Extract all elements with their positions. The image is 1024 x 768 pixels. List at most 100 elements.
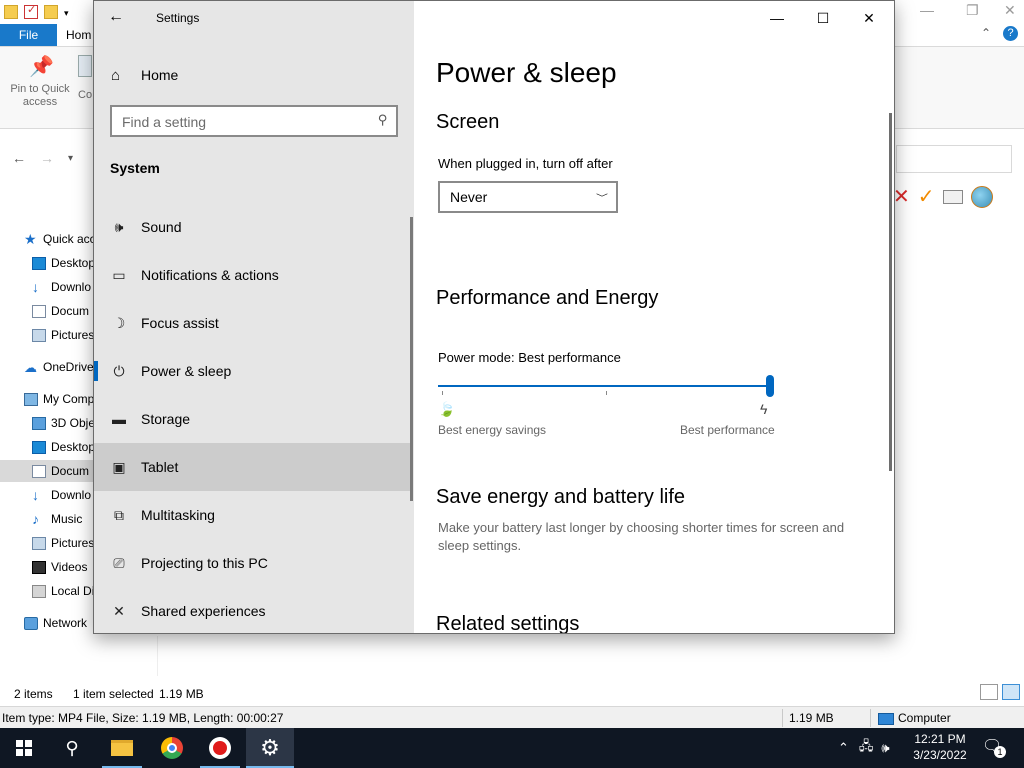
monitor-icon <box>878 712 894 725</box>
tree-item-documents-pc[interactable]: Docum <box>32 460 89 482</box>
details-view-icon[interactable] <box>980 684 998 700</box>
item-type-info: Item type: MP4 File, Size: 1.19 MB, Leng… <box>2 711 284 725</box>
tree-item-network[interactable]: Network <box>24 612 87 634</box>
chevron-up-icon[interactable]: ⌃ <box>838 740 849 756</box>
taskbar-chrome[interactable] <box>148 728 196 768</box>
tree-item-desktop[interactable]: Desktop <box>32 252 95 274</box>
close-icon[interactable]: ✕ <box>1004 2 1016 19</box>
screen-timeout-dropdown[interactable]: Never ﹀ <box>438 181 618 213</box>
folder-icon[interactable] <box>4 5 18 19</box>
maximize-button[interactable]: ☐ <box>800 5 846 31</box>
slider-left-label: Best energy savings <box>438 423 547 437</box>
dropdown-value: Never <box>450 189 488 205</box>
window-title: Settings <box>156 11 200 25</box>
close-icon: ✕ <box>863 9 875 26</box>
new-folder-icon[interactable] <box>44 5 58 19</box>
tab-file[interactable]: File <box>0 24 57 46</box>
tree-item-pictures-pc[interactable]: Pictures <box>32 532 94 554</box>
minimize-icon[interactable]: — <box>920 2 934 18</box>
volume-icon[interactable]: 🕪 <box>881 740 889 756</box>
pictures-icon <box>32 328 46 342</box>
taskbar-recorder[interactable] <box>196 728 244 768</box>
tree-item-desktop-pc[interactable]: Desktop <box>32 436 95 458</box>
desktop-icon <box>32 256 46 270</box>
recent-chevron-icon[interactable]: ▾ <box>68 153 73 164</box>
start-button[interactable] <box>0 728 48 768</box>
shared-icon: ✕ <box>113 602 125 619</box>
explorer-window-controls: — ❐ ✕ <box>884 0 1024 24</box>
sidebar-item-power-sleep[interactable]: ⏻ Power & sleep <box>94 347 410 395</box>
properties-icon[interactable] <box>24 3 38 19</box>
sidebar-item-shared-experiences[interactable]: ✕ Shared experiences <box>94 587 410 633</box>
chevron-down-icon[interactable]: ▾ <box>64 8 72 18</box>
tree-item-quick-access[interactable]: ★ Quick acc <box>24 228 96 250</box>
minimize-button[interactable]: — <box>754 5 800 31</box>
tablet-icon: ▣ <box>112 458 126 475</box>
power-mode-slider[interactable] <box>438 373 774 401</box>
close-button[interactable]: ✕ <box>846 5 892 31</box>
sidebar-item-projecting[interactable]: ⎚ Projecting to this PC <box>94 539 410 587</box>
sidebar-scrollbar[interactable] <box>410 217 413 501</box>
taskbar: ⚲ ⚙ ⌃ 🖧 🕪 12:21 PM 3/23/2022 🗨 1 <box>0 728 1024 768</box>
sidebar-item-multitasking[interactable]: ⧉ Multitasking <box>94 491 410 539</box>
search-icon[interactable]: ⚲ <box>378 112 388 128</box>
tab-home[interactable]: Hom <box>66 24 91 46</box>
keyboard-icon[interactable] <box>942 189 963 204</box>
clock[interactable]: 12:21 PM 3/23/2022 <box>908 731 972 763</box>
back-arrow-icon[interactable]: ← <box>12 150 26 166</box>
tree-item-videos[interactable]: Videos <box>32 556 87 578</box>
help-icon[interactable]: ? <box>1003 26 1018 41</box>
cancel-icon[interactable]: ✕ <box>893 184 910 209</box>
tree-item-music[interactable]: ♪ Music <box>32 508 82 530</box>
tree-item-documents[interactable]: Docum <box>32 300 89 322</box>
search-field[interactable] <box>896 145 1012 173</box>
large-icons-view-icon[interactable] <box>1002 684 1020 700</box>
sidebar-item-tablet[interactable]: ▣ Tablet <box>94 443 410 491</box>
restore-icon[interactable]: ❐ <box>966 2 979 19</box>
search-icon: ⚲ <box>65 737 79 758</box>
chevron-up-icon[interactable]: ⌃ <box>981 26 991 41</box>
pin-to-quick-access-button[interactable]: 📌 Pin to Quick access <box>6 55 74 109</box>
chevron-down-icon: ﹀ <box>595 192 608 203</box>
action-center-button[interactable]: 🗨 1 <box>982 736 1006 760</box>
network-icon[interactable]: 🖧 <box>859 737 874 759</box>
tree-item-my-computer[interactable]: My Comp <box>24 388 94 410</box>
slider-thumb[interactable] <box>766 375 774 397</box>
sidebar-item-sound[interactable]: 🕪 Sound <box>94 203 410 251</box>
home-icon: ⌂ <box>111 66 121 84</box>
forward-arrow-icon[interactable]: → <box>40 150 54 166</box>
drive-icon <box>32 584 46 598</box>
related-settings-heading: Related settings <box>436 613 580 634</box>
settings-window: ← Settings ⌂ Home ⚲ System 🕪 Sound ▭ Not… <box>93 0 895 634</box>
maximize-icon: ☐ <box>816 9 830 26</box>
tree-item-onedrive[interactable]: ☁ OneDrive <box>24 356 94 378</box>
tree-item-pictures[interactable]: Pictures <box>32 324 94 346</box>
sidebar-item-storage[interactable]: ▬ Storage <box>94 395 410 443</box>
tree-item-local-disk[interactable]: Local Di <box>32 580 94 602</box>
network-icon <box>24 616 38 630</box>
selection-size: 1.19 MB <box>159 687 204 701</box>
sidebar-item-notifications[interactable]: ▭ Notifications & actions <box>94 251 410 299</box>
selection-count: 1 item selected <box>73 687 154 701</box>
content-scrollbar[interactable] <box>889 113 892 471</box>
taskbar-settings[interactable]: ⚙ <box>246 728 294 768</box>
star-icon: ★ <box>24 230 37 247</box>
ribbon-help-row: ⌃ ? <box>981 26 1018 41</box>
videos-icon <box>32 560 46 574</box>
computer-icon <box>24 392 38 406</box>
leaf-icon: 🍃 <box>438 401 456 417</box>
checkmark-icon[interactable]: ✓ <box>918 184 935 209</box>
notification-icon: ▭ <box>112 266 126 283</box>
taskbar-file-explorer[interactable] <box>98 728 146 768</box>
back-arrow-icon[interactable]: ← <box>108 7 128 27</box>
nav-home[interactable]: ⌂ Home <box>94 55 414 95</box>
search-input[interactable] <box>122 113 362 131</box>
globe-icon[interactable] <box>970 185 993 208</box>
tree-item-downloads[interactable]: ↓ Downlo <box>32 276 91 298</box>
tree-item-3d-objects[interactable]: 3D Obje <box>32 412 95 434</box>
search-button[interactable]: ⚲ <box>48 728 96 768</box>
file-size-info: 1.19 MB <box>789 711 834 725</box>
location-info: Computer <box>878 711 951 725</box>
tree-item-downloads-pc[interactable]: ↓ Downlo <box>32 484 91 506</box>
sidebar-item-focus-assist[interactable]: ☽ Focus assist <box>94 299 410 347</box>
